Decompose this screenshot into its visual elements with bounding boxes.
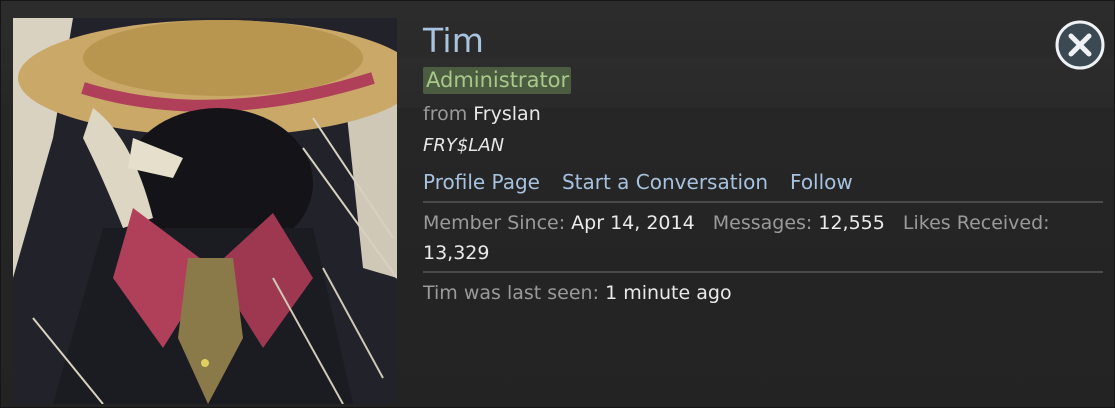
profile-page-link[interactable]: Profile Page [423,170,540,194]
member-since-label: Member Since: [423,212,566,234]
likes-received-value: 13,329 [423,242,490,264]
follow-link[interactable]: Follow [790,170,853,194]
location-link[interactable]: Fryslan [473,103,540,125]
start-conversation-link[interactable]: Start a Conversation [562,170,768,194]
last-seen-line: Tim was last seen: 1 minute ago [423,273,1103,309]
username[interactable]: Tim [423,19,1103,63]
custom-user-title: FRY$LAN [423,135,505,156]
member-stats: Member Since: Apr 14, 2014 Messages: 12,… [423,203,1103,271]
role-row: Administrator [423,65,1103,99]
member-links: Profile Page Start a Conversation Follow [423,163,1103,201]
user-role-badge: Administrator [423,67,572,94]
close-icon [1055,20,1105,70]
avatar[interactable] [13,18,397,404]
messages-value[interactable]: 12,555 [818,212,884,234]
close-button[interactable] [1055,20,1105,70]
likes-received-label: Likes Received: [902,212,1050,234]
last-seen-value: 1 minute ago [605,282,732,304]
avatar-image [13,18,397,404]
last-seen-label: Tim was last seen: [423,282,600,304]
location-line: from Fryslan [423,99,1103,129]
from-label: from [423,103,468,125]
member-info: Tim Administrator from Fryslan FRY$LAN P… [423,19,1103,309]
member-since-value: Apr 14, 2014 [571,212,695,234]
member-card: Tim Administrator from Fryslan FRY$LAN P… [0,0,1115,408]
messages-label: Messages: [712,212,813,234]
